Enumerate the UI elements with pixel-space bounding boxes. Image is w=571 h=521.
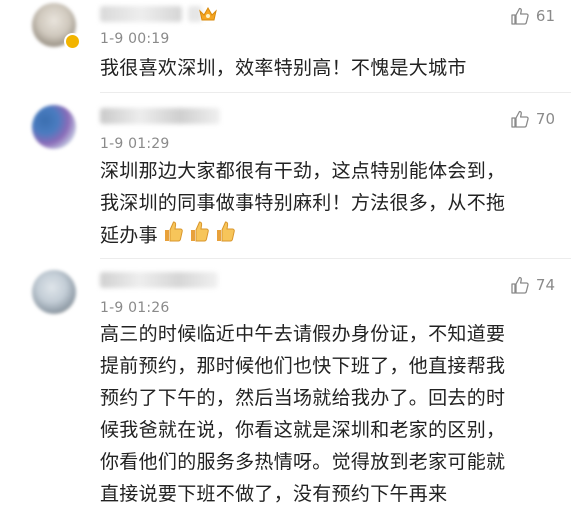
username[interactable] xyxy=(100,272,218,288)
comment-text: 高三的时候临近中午去请假办身份证，不知道要 提前预约，那时候他们也快下班了，他直… xyxy=(100,318,560,510)
comment-line: 你看他们的服务多热情呀。觉得放到老家可能就 xyxy=(100,451,506,473)
comment-line: 提前预约，那时候他们也快下班了，他直接帮我 xyxy=(100,355,506,377)
thumbs-up-icon xyxy=(511,110,529,128)
thumbs-up-emoji-icon xyxy=(188,219,210,253)
thumbs-up-icon xyxy=(511,276,529,294)
username[interactable] xyxy=(100,108,220,124)
divider xyxy=(100,258,571,259)
comment-line: 高三的时候临近中午去请假办身份证，不知道要 xyxy=(100,323,506,345)
comment-time: 1-9 01:26 xyxy=(100,300,170,316)
avatar[interactable] xyxy=(32,105,76,149)
comment-line: 深圳那边大家都很有干劲，这点特别能体会到， xyxy=(100,160,506,182)
divider xyxy=(100,92,571,93)
comment-time: 1-9 01:29 xyxy=(100,136,170,152)
comment-text: 深圳那边大家都很有干劲，这点特别能体会到， 我深圳的同事做事特别麻利！方法很多，… xyxy=(100,155,560,253)
like-count: 70 xyxy=(535,110,555,128)
comment-text: 我很喜欢深圳，效率特别高！不愧是大城市 xyxy=(100,52,560,84)
avatar[interactable] xyxy=(32,270,76,314)
like-count: 61 xyxy=(535,7,555,25)
comment-line: 我深圳的同事做事特别麻利！方法很多，从不拖 xyxy=(100,192,506,214)
like-button[interactable]: 70 xyxy=(510,109,555,129)
vip-crown-icon xyxy=(199,6,217,21)
thumbs-up-emoji-icon xyxy=(162,219,184,253)
comment-line: 候我爸就在说，你看这就是深圳和老家的区别， xyxy=(100,419,506,441)
like-button[interactable]: 61 xyxy=(510,6,555,26)
like-count: 74 xyxy=(535,276,555,294)
comment-time: 1-9 00:19 xyxy=(100,31,170,47)
thumbs-up-icon xyxy=(511,7,529,25)
verified-badge-icon xyxy=(64,33,81,50)
comment-line: 延办事 xyxy=(100,219,560,253)
comment-line: 直接说要下班不做了，没有预约下午再来 xyxy=(100,483,448,505)
username[interactable] xyxy=(100,6,182,22)
comment-line: 我很喜欢深圳，效率特别高！不愧是大城市 xyxy=(100,57,467,79)
like-button[interactable]: 74 xyxy=(510,275,555,295)
thumbs-up-emoji-icon xyxy=(214,219,236,253)
comment-line: 预约了下午的，然后当场就给我办了。回去的时 xyxy=(100,387,506,409)
